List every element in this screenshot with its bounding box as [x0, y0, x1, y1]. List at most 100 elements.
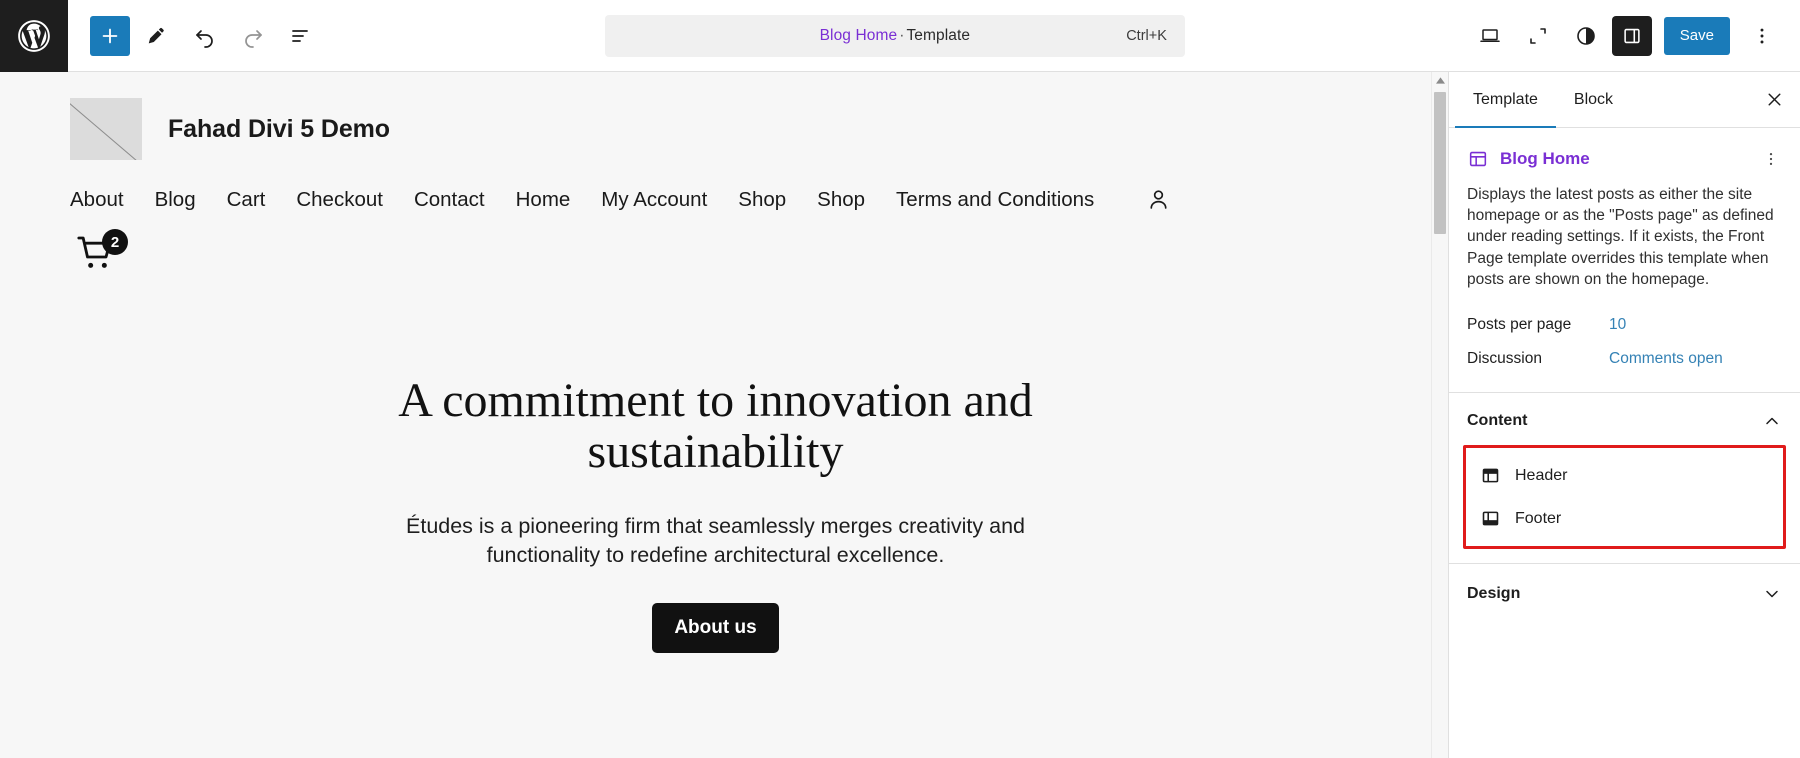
hero-section: A commitment to innovation and sustainab… [70, 375, 1361, 653]
plus-icon [99, 25, 121, 47]
editor-canvas-frame: Fahad Divi 5 Demo About Blog Cart Checko… [0, 72, 1431, 758]
sidebar-panel-icon [1621, 25, 1643, 47]
person-icon [1145, 186, 1172, 213]
account-icon-button[interactable] [1145, 186, 1172, 213]
nav-item-cart[interactable]: Cart [227, 188, 266, 212]
document-bar-title: Blog Home·Template [605, 27, 1185, 45]
hero-about-us-button[interactable]: About us [652, 603, 778, 653]
template-meta-list: Posts per page 10 Discussion Comments op… [1449, 290, 1800, 392]
content-section-toggle[interactable]: Content [1449, 393, 1800, 445]
expand-icon [1526, 24, 1550, 48]
wordpress-logo-icon [15, 17, 53, 55]
site-branding: Fahad Divi 5 Demo [70, 98, 1361, 160]
discussion-row: Discussion Comments open [1467, 342, 1782, 376]
nav-item-blog[interactable]: Blog [155, 188, 196, 212]
content-item-footer[interactable]: Footer [1466, 497, 1783, 540]
scrollbar-up-arrow[interactable] [1432, 72, 1448, 89]
nav-item-my-account[interactable]: My Account [601, 188, 707, 212]
document-title: Blog Home [820, 27, 898, 44]
close-sidebar-button[interactable] [1748, 72, 1800, 127]
close-icon [1764, 89, 1785, 110]
contrast-circle-icon [1574, 24, 1598, 48]
device-preview-button[interactable] [1468, 14, 1512, 58]
design-section: Design [1449, 563, 1800, 624]
document-overview-button[interactable] [280, 15, 322, 57]
editor-body: Fahad Divi 5 Demo About Blog Cart Checko… [0, 72, 1800, 758]
undo-icon [193, 24, 217, 48]
template-layout-icon [1467, 148, 1489, 170]
pencil-icon [146, 25, 168, 47]
sidebar-scroll-area: Blog Home Displays the latest posts as e… [1449, 128, 1800, 758]
template-layout-glyph [1467, 148, 1489, 170]
chevron-down-icon [1762, 584, 1782, 604]
cart-badge-count: 2 [102, 229, 128, 255]
posts-per-page-value[interactable]: 10 [1609, 316, 1626, 334]
nav-item-terms-and-conditions[interactable]: Terms and Conditions [896, 188, 1094, 212]
chevron-down-glyph [1762, 584, 1782, 604]
sidebar-tabs: Template Block [1449, 72, 1800, 128]
settings-sidebar: Template Block Blog Home [1448, 72, 1800, 758]
settings-sidebar-toggle[interactable] [1612, 16, 1652, 56]
redo-button[interactable] [232, 15, 274, 57]
nav-item-shop-1[interactable]: Shop [738, 188, 786, 212]
nav-item-home[interactable]: Home [516, 188, 571, 212]
toolbar-left-group [68, 15, 322, 57]
chevron-up-icon [1762, 411, 1782, 431]
canvas-scrollbar[interactable] [1431, 72, 1448, 758]
footer-layout-glyph [1480, 508, 1501, 529]
list-view-icon [289, 24, 313, 48]
block-inserter-button[interactable] [90, 16, 130, 56]
header-layout-glyph [1480, 465, 1501, 486]
header-layout-icon [1480, 465, 1501, 486]
site-logo-placeholder[interactable] [70, 98, 142, 160]
site-navigation: About Blog Cart Checkout Contact Home My… [70, 186, 1361, 213]
kebab-menu-icon [1762, 150, 1780, 168]
nav-item-shop-2[interactable]: Shop [817, 188, 865, 212]
nav-item-contact[interactable]: Contact [414, 188, 485, 212]
chevron-up-icon [1436, 77, 1445, 84]
undo-button[interactable] [184, 15, 226, 57]
tools-edit-button[interactable] [136, 15, 178, 57]
site-header-block[interactable]: Fahad Divi 5 Demo About Blog Cart Checko… [70, 72, 1361, 277]
save-button[interactable]: Save [1664, 17, 1730, 55]
design-section-toggle[interactable]: Design [1449, 564, 1800, 624]
hero-heading[interactable]: A commitment to innovation and sustainab… [366, 375, 1066, 478]
template-actions-button[interactable] [1758, 146, 1784, 172]
wordpress-logo-button[interactable] [0, 0, 68, 72]
posts-per-page-row: Posts per page 10 [1467, 308, 1782, 342]
template-name: Blog Home [1500, 149, 1747, 169]
site-title[interactable]: Fahad Divi 5 Demo [168, 115, 390, 144]
content-item-header-label: Header [1515, 467, 1567, 485]
content-section: Content [1449, 392, 1800, 549]
redo-icon [241, 24, 265, 48]
tab-template[interactable]: Template [1455, 72, 1556, 127]
laptop-icon [1478, 24, 1502, 48]
content-section-title: Content [1467, 412, 1762, 430]
tab-block[interactable]: Block [1556, 72, 1631, 127]
nav-item-checkout[interactable]: Checkout [296, 188, 383, 212]
more-options-button[interactable] [1740, 14, 1784, 58]
discussion-label: Discussion [1467, 350, 1609, 368]
toolbar-center-group: Blog Home·Template Ctrl+K [322, 15, 1468, 57]
document-type: Template [906, 27, 970, 44]
wordpress-site-editor: Blog Home·Template Ctrl+K [0, 0, 1800, 758]
scrollbar-thumb[interactable] [1434, 92, 1446, 234]
footer-layout-icon [1480, 508, 1501, 529]
nav-item-about[interactable]: About [70, 188, 124, 212]
template-description: Displays the latest posts as either the … [1449, 178, 1800, 290]
editor-canvas[interactable]: Fahad Divi 5 Demo About Blog Cart Checko… [0, 72, 1431, 758]
chevron-up-glyph [1762, 411, 1782, 431]
content-item-header[interactable]: Header [1466, 454, 1783, 497]
hero-paragraph[interactable]: Études is a pioneering firm that seamles… [406, 512, 1026, 571]
command-shortcut-hint: Ctrl+K [1126, 28, 1167, 44]
cart-button[interactable]: 2 [76, 233, 126, 277]
document-bar[interactable]: Blog Home·Template Ctrl+K [605, 15, 1185, 57]
styles-button[interactable] [1564, 14, 1608, 58]
toolbar-right-group: Save [1468, 14, 1800, 58]
discussion-value[interactable]: Comments open [1609, 350, 1723, 368]
posts-per-page-label: Posts per page [1467, 316, 1609, 334]
cart-row: 2 [70, 233, 1361, 277]
design-section-title: Design [1467, 585, 1762, 603]
zoom-out-button[interactable] [1516, 14, 1560, 58]
template-header-row: Blog Home [1449, 128, 1800, 178]
